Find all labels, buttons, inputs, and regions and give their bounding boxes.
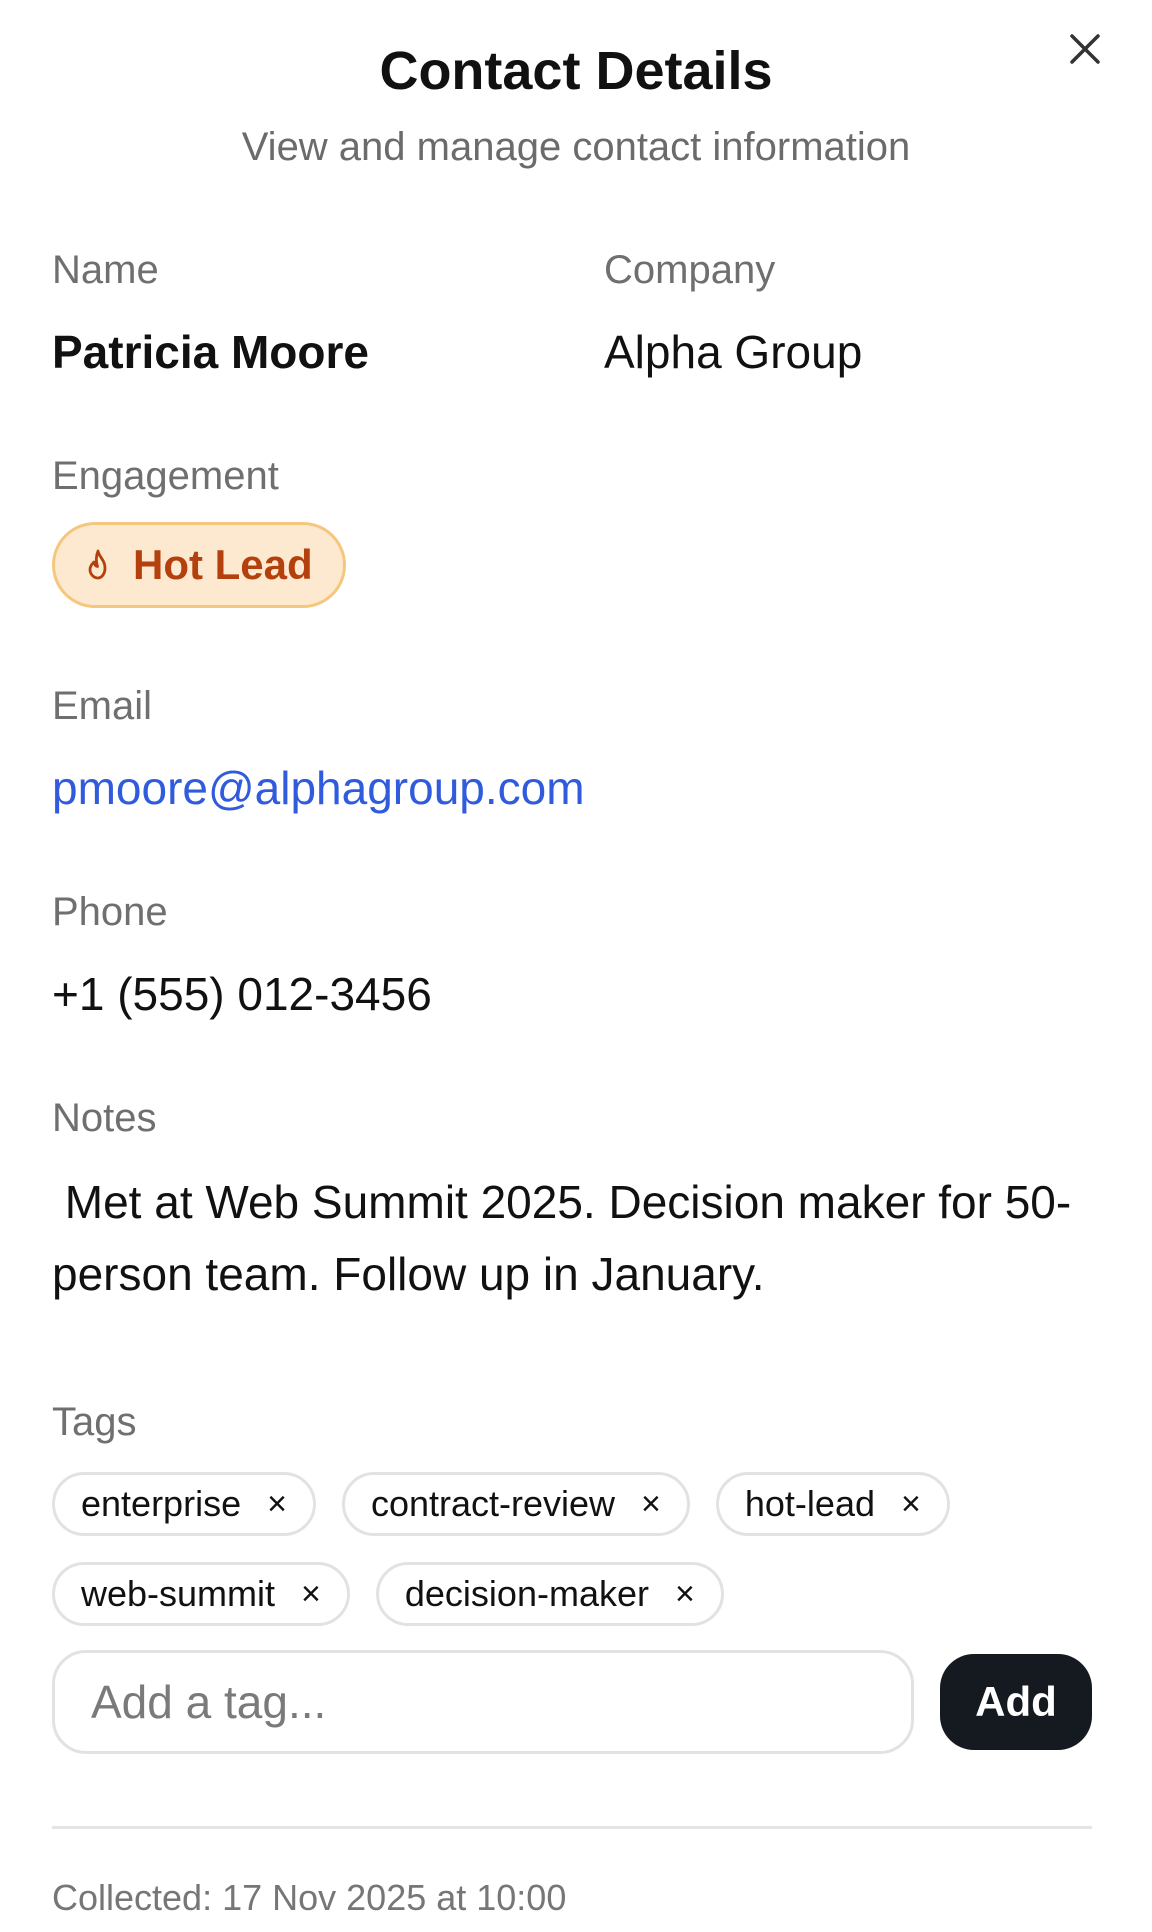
add-tag-row: Add [52,1648,1092,1756]
dialog-subtitle: View and manage contact information [241,125,911,169]
footer-divider [52,1826,1092,1829]
tag-label: enterprise [81,1483,242,1524]
email-label: Email [52,684,153,728]
tag-chip: web-summit × [52,1562,350,1626]
tag-label: contract-review [370,1483,616,1524]
remove-tag-button[interactable]: × [641,1487,661,1521]
engagement-field: Engagement Hot Lead [52,452,346,608]
add-tag-button[interactable]: Add [940,1654,1092,1750]
engagement-label: Engagement [52,454,279,498]
dialog-header: Contact Details View and manage contact … [0,38,1152,172]
phone-label: Phone [52,890,168,934]
tag-chip: enterprise × [52,1472,316,1536]
engagement-badge: Hot Lead [52,522,346,608]
tag-chip: contract-review × [341,1472,690,1536]
company-field: Company Alpha Group [604,246,862,380]
remove-tag-button[interactable]: × [267,1487,287,1521]
phone-field: Phone +1 (555) 012-3456 [52,888,432,1022]
remove-tag-button[interactable]: × [675,1577,695,1611]
company-value: Alpha Group [604,326,863,378]
notes-label: Notes [52,1096,157,1140]
email-link[interactable]: pmoore@alphagroup.com [52,760,585,816]
name-field: Name Patricia Moore [52,246,369,380]
flame-icon [88,549,107,580]
add-tag-input[interactable] [52,1650,914,1754]
notes-field: Notes Met at Web Summit 2025. Decision m… [52,1094,1092,1310]
remove-tag-button[interactable]: × [301,1577,321,1611]
tag-chip: hot-lead × [715,1472,950,1536]
company-label: Company [604,248,776,292]
collected-timestamp: Collected: 17 Nov 2025 at 10:00 [52,1877,567,1918]
name-label: Name [52,248,159,292]
tags-field: Tags enterprise × contract-review × hot-… [52,1398,1132,1626]
contact-details-dialog: Contact Details View and manage contact … [0,0,1152,1932]
tag-list: enterprise × contract-review × hot-lead … [52,1472,1132,1626]
notes-value: Met at Web Summit 2025. Decision maker f… [52,1176,1072,1300]
tag-label: hot-lead [744,1483,875,1524]
tag-label: decision-maker [404,1573,649,1614]
name-value: Patricia Moore [52,326,369,378]
email-field: Email pmoore@alphagroup.com [52,682,585,816]
tag-label: web-summit [81,1573,276,1614]
dialog-title: Contact Details [379,41,773,101]
tags-label: Tags [52,1400,137,1444]
engagement-badge-label: Hot Lead [133,541,313,588]
remove-tag-button[interactable]: × [901,1487,921,1521]
tag-chip: decision-maker × [375,1562,724,1626]
phone-value: +1 (555) 012-3456 [52,968,432,1020]
